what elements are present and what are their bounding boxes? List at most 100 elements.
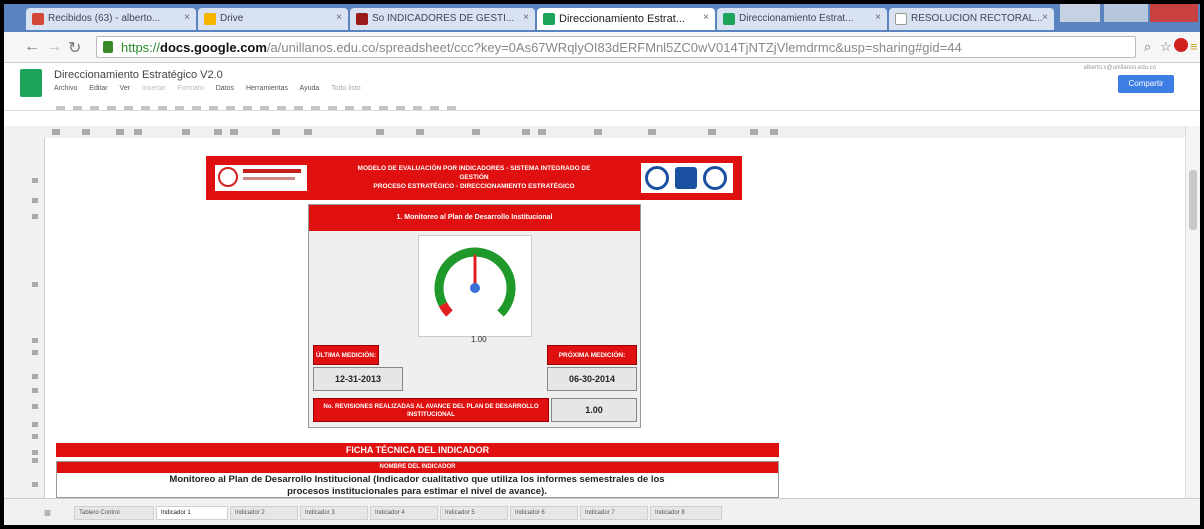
gauge-value-label: 1.00	[471, 335, 487, 344]
formatting-toolbar	[56, 99, 596, 112]
ultima-medicion-value[interactable]: 12-31-2013	[313, 367, 403, 391]
menu-formato[interactable]: Formato	[178, 85, 204, 92]
sheet-tab-indicador-3[interactable]: Indicador 3	[300, 506, 368, 520]
banner-line-1: MODELO DE EVALUACIÓN POR INDICADORES - S…	[357, 165, 591, 172]
add-sheet-icon[interactable]: ≡	[44, 506, 51, 520]
drive-icon	[204, 13, 216, 25]
browser-tab-direccionamiento-active[interactable]: Direccionamiento Estrat... ×	[537, 8, 715, 30]
revisiones-value[interactable]: 1.00	[551, 398, 637, 422]
sheet-tab-indicador-2[interactable]: Indicador 2	[230, 506, 298, 520]
adblock-icon[interactable]	[1174, 38, 1188, 52]
quality-logo-icon	[675, 167, 697, 189]
close-icon[interactable]: ×	[875, 12, 881, 23]
menu-editar[interactable]: Editar	[89, 85, 107, 92]
minimize-button[interactable]	[1104, 4, 1148, 22]
close-icon[interactable]: ×	[703, 12, 709, 23]
banner-line-3: PROCESO ESTRATÉGICO - DIRECCIONAMIENTO E…	[373, 183, 575, 190]
row-headers	[4, 138, 45, 498]
browser-tab-indicadores[interactable]: So INDICADORES DE GESTI... ×	[350, 8, 535, 30]
scrollbar-thumb[interactable]	[1189, 170, 1197, 230]
sheet-tab-indicador-7[interactable]: Indicador 7	[580, 506, 648, 520]
sheet-tab-tablero-control[interactable]: Tablero Control	[74, 506, 154, 520]
gauge-chart: 1.00	[418, 235, 532, 344]
user-email: alberto.x@unillanos.edu.co	[1083, 65, 1156, 71]
nombre-indicador-header: NOMBRE DEL INDICADOR	[57, 462, 778, 473]
ultima-medicion-label: ÚLTIMA MEDICIÓN:	[313, 345, 379, 365]
revisiones-label: No. REVISIONES REALIZADAS AL AVANCE DEL …	[313, 398, 549, 422]
gauge-svg	[434, 247, 516, 317]
logo-wordmark-sub	[243, 177, 295, 180]
so-icon	[356, 13, 368, 25]
tab-label: RESOLUCION RECTORAL...	[911, 13, 1043, 24]
forward-arrow-icon[interactable]: →	[46, 38, 62, 56]
sheets-icon	[543, 13, 555, 25]
browser-window: Recibidos (63) - alberto... × Drive × So…	[4, 4, 1200, 525]
address-row: ← → ↻ https://docs.google.com/a/unillano…	[4, 32, 1200, 63]
dashboard-banner: MODELO DE EVALUACIÓN POR INDICADORES - S…	[206, 156, 742, 200]
proxima-medicion-label: PRÓXIMA MEDICIÓN:	[547, 345, 637, 365]
tab-label: Recibidos (63) - alberto...	[48, 13, 161, 24]
banner-line-2: GESTIÓN	[459, 174, 489, 181]
nombre-indicador-box: NOMBRE DEL INDICADOR Monitoreo al Plan d…	[56, 461, 779, 498]
vertical-scrollbar[interactable]	[1185, 126, 1200, 498]
sheet-tab-indicador-6[interactable]: Indicador 6	[510, 506, 578, 520]
url-bar[interactable]: https://docs.google.com/a/unillanos.edu.…	[96, 36, 1136, 58]
back-arrow-icon[interactable]: ←	[24, 38, 40, 56]
star-icon[interactable]: ☆	[1160, 39, 1172, 55]
nombre-indicador-text[interactable]: Monitoreo al Plan de Desarrollo Instituc…	[167, 474, 667, 498]
menu-ver[interactable]: Ver	[120, 85, 131, 92]
sheets-logo-icon[interactable]	[20, 69, 42, 97]
menu-ayuda[interactable]: Ayuda	[300, 85, 320, 92]
sheet-tab-indicador-8[interactable]: Indicador 8	[650, 506, 722, 520]
zoom-icon[interactable]: ⌕	[1144, 39, 1151, 55]
university-logo	[215, 165, 307, 191]
new-tab-button[interactable]	[1060, 4, 1100, 22]
close-icon[interactable]: ×	[184, 12, 190, 23]
sheet-tab-indicador-4[interactable]: Indicador 4	[370, 506, 438, 520]
menu-bar: Archivo Editar Ver Insertar Formato Dato…	[54, 85, 371, 92]
certification-logos	[641, 163, 733, 193]
browser-tab-gmail[interactable]: Recibidos (63) - alberto... ×	[26, 8, 196, 30]
tab-label: Drive	[220, 13, 244, 24]
certification-logo-icon	[645, 166, 669, 190]
proxima-medicion-value[interactable]: 06-30-2014	[547, 367, 637, 391]
gmail-icon	[32, 13, 44, 25]
reload-icon[interactable]: ↻	[68, 38, 81, 58]
close-icon[interactable]: ×	[523, 12, 529, 23]
logo-wordmark	[243, 169, 301, 173]
tab-label: Direccionamiento Estrat...	[559, 13, 685, 25]
url-host: docs.google.com	[160, 40, 267, 55]
gauge-red-band	[438, 302, 453, 317]
browser-tab-drive[interactable]: Drive ×	[198, 8, 348, 30]
menu-insertar[interactable]: Insertar	[142, 85, 166, 92]
indicator-title: 1. Monitoreo al Plan de Desarrollo Insti…	[309, 205, 640, 231]
sheet-tab-indicador-1[interactable]: Indicador 1	[156, 506, 228, 520]
browser-tab-resolucion[interactable]: RESOLUCION RECTORAL... ×	[889, 8, 1054, 30]
share-button[interactable]: Compartir	[1118, 75, 1174, 93]
url-path: /a/unillanos.edu.co/spreadsheet/ccc?key=…	[266, 40, 962, 55]
menu-archivo[interactable]: Archivo	[54, 85, 77, 92]
gauge-hub	[470, 283, 480, 293]
url-scheme: https://	[121, 40, 161, 55]
indicator-panel: 1. Monitoreo al Plan de Desarrollo Insti…	[308, 204, 641, 428]
save-status: Todo listo	[331, 85, 361, 92]
sheets-icon	[723, 13, 735, 25]
iso-logo-icon	[703, 166, 727, 190]
close-icon[interactable]: ×	[336, 12, 342, 23]
docs-header: Direccionamiento Estratégico V2.0 Archiv…	[4, 63, 1200, 112]
menu-icon[interactable]: ≡	[1190, 39, 1198, 54]
tab-strip: Recibidos (63) - alberto... × Drive × So…	[4, 4, 1200, 32]
document-title[interactable]: Direccionamiento Estratégico V2.0	[54, 69, 223, 81]
menu-datos[interactable]: Datos	[216, 85, 234, 92]
browser-tab-direccionamiento-2[interactable]: Direccionamiento Estrat... ×	[717, 8, 887, 30]
menu-herramientas[interactable]: Herramientas	[246, 85, 288, 92]
ficha-tecnica-title: FICHA TÉCNICA DEL INDICADOR	[56, 443, 779, 457]
close-icon[interactable]: ×	[1042, 12, 1048, 23]
sheet-tabs-bar: ≡ Tablero Control Indicador 1 Indicador …	[4, 498, 1200, 525]
tab-label: Direccionamiento Estrat...	[739, 13, 854, 24]
university-seal-icon	[218, 167, 238, 187]
close-window-button[interactable]	[1150, 4, 1198, 22]
sheet-tab-indicador-5[interactable]: Indicador 5	[440, 506, 508, 520]
tab-label: So INDICADORES DE GESTI...	[372, 13, 515, 24]
document-icon	[895, 13, 907, 25]
